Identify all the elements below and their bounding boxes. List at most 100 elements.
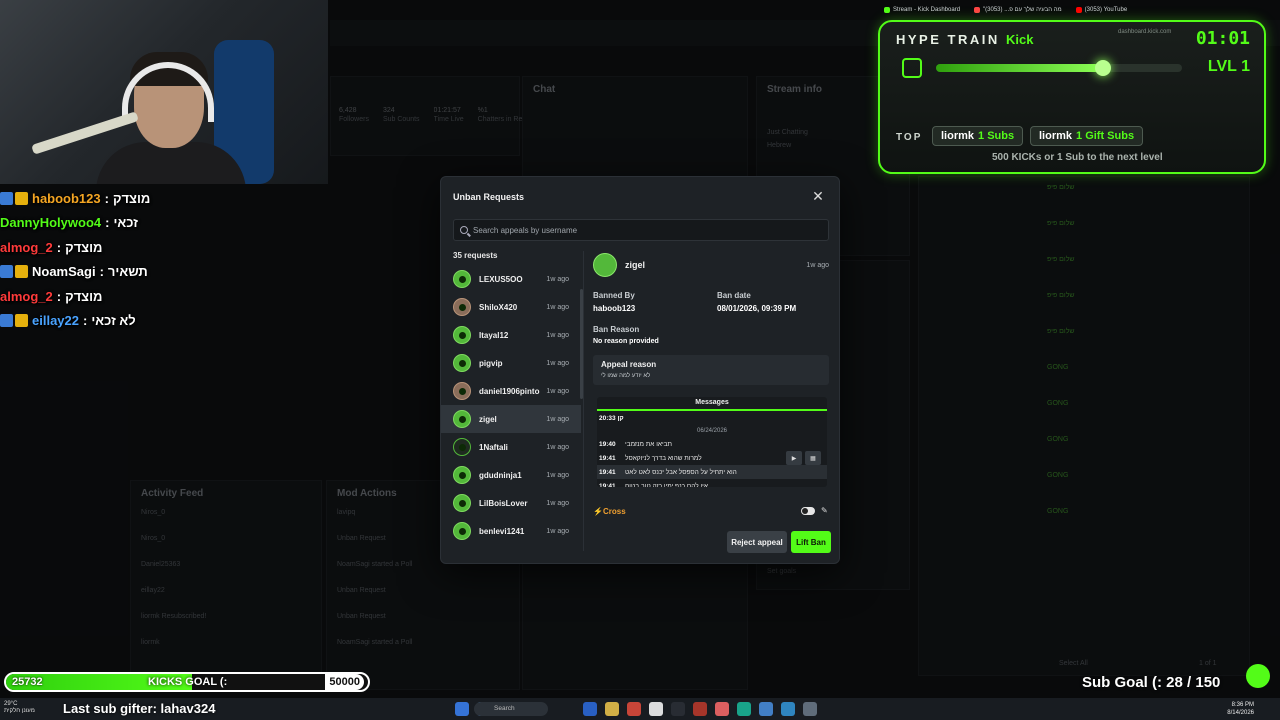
screen: 6,428 Followers 324 Sub Counts 01:21:57 Time …	[0, 0, 1280, 720]
browser-tab[interactable]: "מה הבעיה שלך עם פ... (3053)	[970, 7, 1066, 13]
request-username: pigvip	[479, 358, 503, 368]
taskbar-app-icon[interactable]	[649, 702, 663, 716]
chat-text: לא זכאי	[91, 313, 136, 329]
request-row[interactable]: שלום פיפ	[919, 253, 1249, 289]
hype-train-url: dashboard.kick.com	[1118, 29, 1172, 35]
mod-action-item: NoamSagi started a Poll	[337, 639, 413, 646]
request-row[interactable]: GONG	[919, 433, 1249, 469]
chat-username: DannyHolywoo4	[0, 215, 102, 231]
request-time: 1w ago	[546, 471, 569, 479]
avatar	[453, 354, 471, 372]
request-list-item[interactable]: pigvip 1w ago	[441, 349, 581, 377]
request-list-item[interactable]: LEXUS5OO 1w ago	[441, 265, 581, 293]
lift-ban-button[interactable]: Lift Ban	[791, 531, 831, 553]
activity-item: liormk Resubscribed!	[141, 613, 207, 620]
stat-item: 324 Sub Counts	[383, 107, 420, 123]
request-row[interactable]: GONG	[919, 361, 1249, 397]
request-row[interactable]: GONG	[919, 505, 1249, 541]
weather-widget[interactable]: 29°C מעונן חלקית	[4, 701, 35, 715]
hype-train-brand: Kick	[1006, 32, 1034, 47]
select-all[interactable]: Select All	[1049, 657, 1098, 670]
requests-list: LEXUS5OO 1w ago ShiloX420 1w ago Itayal12 1w …	[441, 265, 581, 555]
stat-label: Followers	[339, 116, 369, 123]
kicks-goal-current: 25732	[12, 676, 43, 688]
request-time: 1w ago	[546, 387, 569, 395]
train-icon	[902, 58, 922, 78]
messages-date: 06/24/2026	[696, 428, 728, 434]
message-text: 20:33 קן	[599, 414, 624, 422]
taskbar-app-icon[interactable]	[803, 702, 817, 716]
request-time: 1w ago	[546, 275, 569, 283]
request-time: 1w ago	[546, 415, 569, 423]
avatar	[593, 253, 617, 277]
request-list-item[interactable]: gdudninja1 1w ago	[441, 461, 581, 489]
last-sub-gifter: Last sub gifter: lahav324	[63, 701, 216, 716]
avatar	[453, 410, 471, 428]
taskbar-app-icon[interactable]	[455, 702, 469, 716]
taskbar-app-icon[interactable]	[715, 702, 729, 716]
weather-temp: 29°C	[4, 701, 18, 707]
set-goals-link[interactable]: Set goals	[757, 565, 806, 578]
request-time: 1w ago	[546, 359, 569, 367]
taskbar-app-icon[interactable]	[671, 702, 685, 716]
taskbar-search[interactable]: Search	[474, 702, 548, 716]
request-row[interactable]: GONG	[919, 469, 1249, 505]
message-line: 19:41 הוא יתחיל על הספסל אבל יכנס לאט לאט	[597, 465, 827, 479]
details-toggle[interactable]	[801, 507, 815, 515]
request-list-item[interactable]: 1Naftali 1w ago	[441, 433, 581, 461]
taskbar-app-icon[interactable]	[693, 702, 707, 716]
close-icon[interactable]: ✕	[811, 189, 825, 203]
request-list-item[interactable]: ShiloX420 1w ago	[441, 293, 581, 321]
request-list-item[interactable]: daniel1906pinto 1w ago	[441, 377, 581, 405]
hype-train-level: LVL 1	[1207, 58, 1250, 75]
request-row[interactable]: שלום פיפ	[919, 217, 1249, 253]
browser-tab-label: Stream - Kick Dashboard	[893, 7, 961, 13]
message-time: 19:41	[599, 454, 616, 462]
chat-message: eillay22: לא זכאי	[0, 309, 330, 334]
request-list-item[interactable]: Itayal12 1w ago	[441, 321, 581, 349]
chat-separator: :	[105, 215, 110, 231]
mod-action-item: Unban Request	[337, 587, 386, 594]
browser-tab[interactable]: (3053) YouTube	[1072, 7, 1131, 13]
request-row[interactable]: שלום פיפ	[919, 289, 1249, 325]
chat-message: almog_2: מוצדק	[0, 284, 330, 309]
activity-item: liormk	[141, 639, 160, 646]
request-row[interactable]: GONG	[919, 397, 1249, 433]
message-time: 19:41	[599, 468, 616, 476]
stat-item: %1 Chatters in Reg.	[478, 107, 529, 123]
play-icon[interactable]: ▶	[786, 451, 802, 465]
taskbar-app-icon[interactable]	[583, 702, 597, 716]
chat-username: almog_2	[0, 239, 53, 255]
taskbar-app-icon[interactable]	[605, 702, 619, 716]
message-time: 19:40	[599, 440, 616, 448]
verified-badge-icon	[0, 314, 13, 328]
pencil-icon[interactable]: ✎	[821, 506, 828, 515]
appeal-search-box[interactable]	[453, 219, 829, 241]
modal-title: Unban Requests	[453, 192, 525, 202]
request-row[interactable]: שלום פיפ	[919, 325, 1249, 361]
request-row[interactable]: שלום פיפ	[919, 181, 1249, 217]
tab-messages[interactable]: Messages	[597, 397, 827, 411]
taskbar-app-icon[interactable]	[759, 702, 773, 716]
taskbar-app-icon[interactable]	[627, 702, 641, 716]
taskbar-app-icon[interactable]	[781, 702, 795, 716]
kick-logo-icon[interactable]	[1246, 664, 1270, 688]
message-line: 19:41 אין להם כנף ימין כזה טוב בטוח	[597, 479, 827, 488]
request-list-item[interactable]: zigel 1w ago	[441, 405, 581, 433]
browser-tab-label: "מה הבעיה שלך עם פ... (3053)	[983, 7, 1062, 13]
request-list-item[interactable]: benlevi1241 1w ago	[441, 517, 581, 545]
taskbar-app-icon[interactable]	[737, 702, 751, 716]
avatar	[453, 522, 471, 540]
copy-icon[interactable]: ▦	[805, 451, 821, 465]
reject-appeal-button[interactable]: Reject appeal	[727, 531, 787, 553]
chat-panel-bottom-bg	[522, 560, 748, 690]
browser-tab[interactable]: Stream - Kick Dashboard	[880, 7, 964, 13]
top-contributor-name: liormk	[1039, 130, 1073, 142]
avatar	[453, 298, 471, 316]
hype-train-progress-fill	[936, 64, 1103, 72]
appeal-search-input[interactable]	[473, 225, 813, 235]
taskbar-clock[interactable]: 8:36 PM 8/14/2026	[1227, 701, 1254, 717]
search-icon	[460, 226, 468, 234]
request-list-item[interactable]: LilBoisLover 1w ago	[441, 489, 581, 517]
hype-train-widget: HYPE TRAIN Kick dashboard.kick.com 01:01…	[878, 20, 1266, 174]
